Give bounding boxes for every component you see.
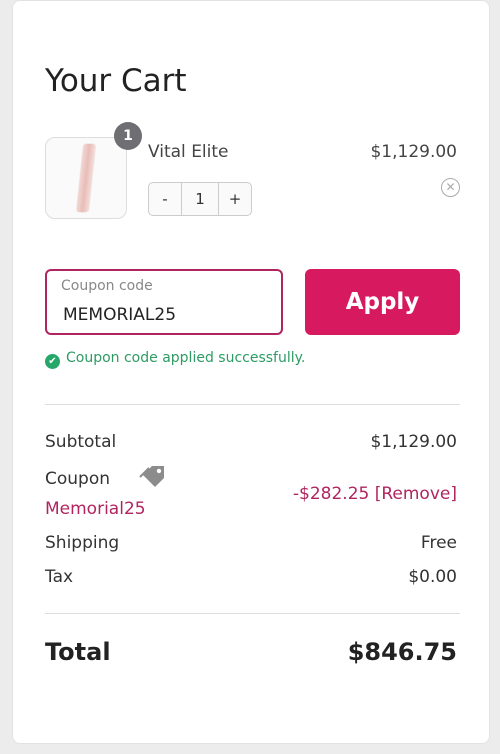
shipping-value: Free [420,533,457,553]
subtotal-label: Subtotal [45,432,117,452]
cart-panel: Your Cart 1 Vital Elite $1,129.00 ✕ - 1 … [12,0,490,744]
total-value: $846.75 [347,638,457,666]
coupon-discount-row: -$282.25 [Remove] [293,484,457,504]
remove-coupon-link[interactable]: [Remove] [375,484,457,504]
quantity-value[interactable]: 1 [182,183,218,215]
tax-label: Tax [45,567,74,587]
close-circle-icon[interactable]: ✕ [441,178,460,197]
subtotal-value: $1,129.00 [370,432,457,452]
apply-coupon-button[interactable]: Apply [305,269,460,335]
coupon-label: Coupon [45,469,111,489]
product-name[interactable]: Vital Elite [148,142,229,162]
product-image [76,144,96,212]
coupon-placeholder: Coupon code [61,278,153,294]
coupon-field-value[interactable]: MEMORIAL25 [63,305,176,325]
item-count-badge: 1 [114,122,142,150]
success-text: Coupon code applied successfully. [66,350,306,366]
total-label: Total [45,638,111,666]
tag-icon [139,466,164,487]
tax-value: $0.00 [408,567,457,587]
increase-quantity-button[interactable]: + [218,183,251,215]
divider [45,404,460,405]
product-price: $1,129.00 [370,142,457,162]
applied-coupon-code: Memorial25 [45,499,146,519]
quantity-stepper: - 1 + [148,182,252,216]
product-thumbnail[interactable] [45,137,127,219]
coupon-input[interactable]: Coupon code MEMORIAL25 [45,269,283,335]
check-circle-icon: ✔ [45,354,60,369]
divider [45,613,460,614]
page-title: Your Cart [45,63,187,99]
coupon-success-message: ✔ Coupon code applied successfully. [45,350,305,369]
decrease-quantity-button[interactable]: - [149,183,182,215]
coupon-discount-value: -$282.25 [292,484,370,504]
shipping-label: Shipping [45,533,120,553]
